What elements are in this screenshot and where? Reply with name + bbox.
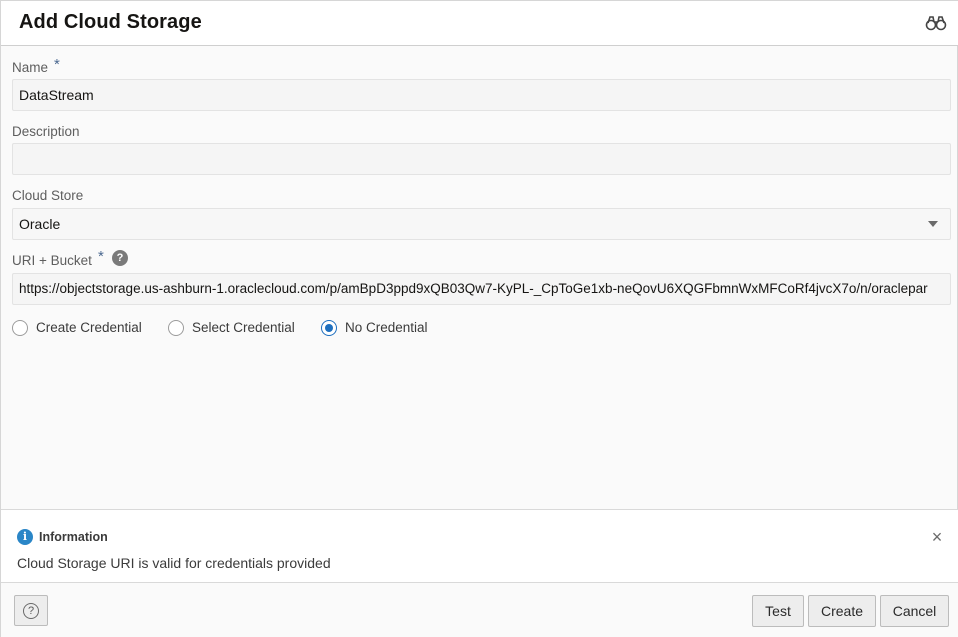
add-cloud-storage-dialog: Add Cloud Storage Name * DataStream Desc… [0, 0, 958, 637]
close-icon[interactable]: × [929, 528, 945, 546]
dialog-title: Add Cloud Storage [19, 11, 202, 33]
select-credential-radio[interactable] [168, 320, 184, 336]
no-credential-label[interactable]: No Credential [345, 320, 428, 336]
uri-required-marker: * [98, 248, 104, 265]
cloud-store-select[interactable]: Oracle [12, 208, 951, 240]
description-label: Description [12, 124, 80, 139]
name-required-marker: * [54, 56, 60, 73]
information-panel: i Information Cloud Storage URI is valid… [1, 509, 958, 583]
question-icon: ? [23, 603, 39, 619]
info-title: Information [39, 530, 108, 544]
name-input[interactable]: DataStream [12, 79, 951, 111]
dialog-header: Add Cloud Storage [1, 1, 958, 46]
uri-label: URI + Bucket [12, 253, 92, 268]
create-button[interactable]: Create [808, 595, 876, 627]
dialog-footer: ? Test Create Cancel [1, 583, 958, 637]
test-button[interactable]: Test [752, 595, 804, 627]
cancel-button[interactable]: Cancel [880, 595, 949, 627]
info-icon: i [17, 529, 33, 545]
create-credential-radio[interactable] [12, 320, 28, 336]
help-icon[interactable]: ? [112, 250, 128, 266]
no-credential-radio[interactable] [321, 320, 337, 336]
cloud-store-label: Cloud Store [12, 188, 84, 203]
binoculars-icon[interactable] [925, 13, 947, 33]
help-button[interactable]: ? [14, 595, 48, 626]
chevron-down-icon[interactable] [928, 221, 938, 227]
uri-input[interactable]: https://objectstorage.us-ashburn-1.oracl… [12, 273, 951, 305]
create-credential-label[interactable]: Create Credential [36, 320, 142, 336]
description-input[interactable] [12, 143, 951, 175]
select-credential-label[interactable]: Select Credential [192, 320, 295, 336]
info-message: Cloud Storage URI is valid for credentia… [17, 555, 331, 571]
name-label: Name [12, 60, 49, 75]
